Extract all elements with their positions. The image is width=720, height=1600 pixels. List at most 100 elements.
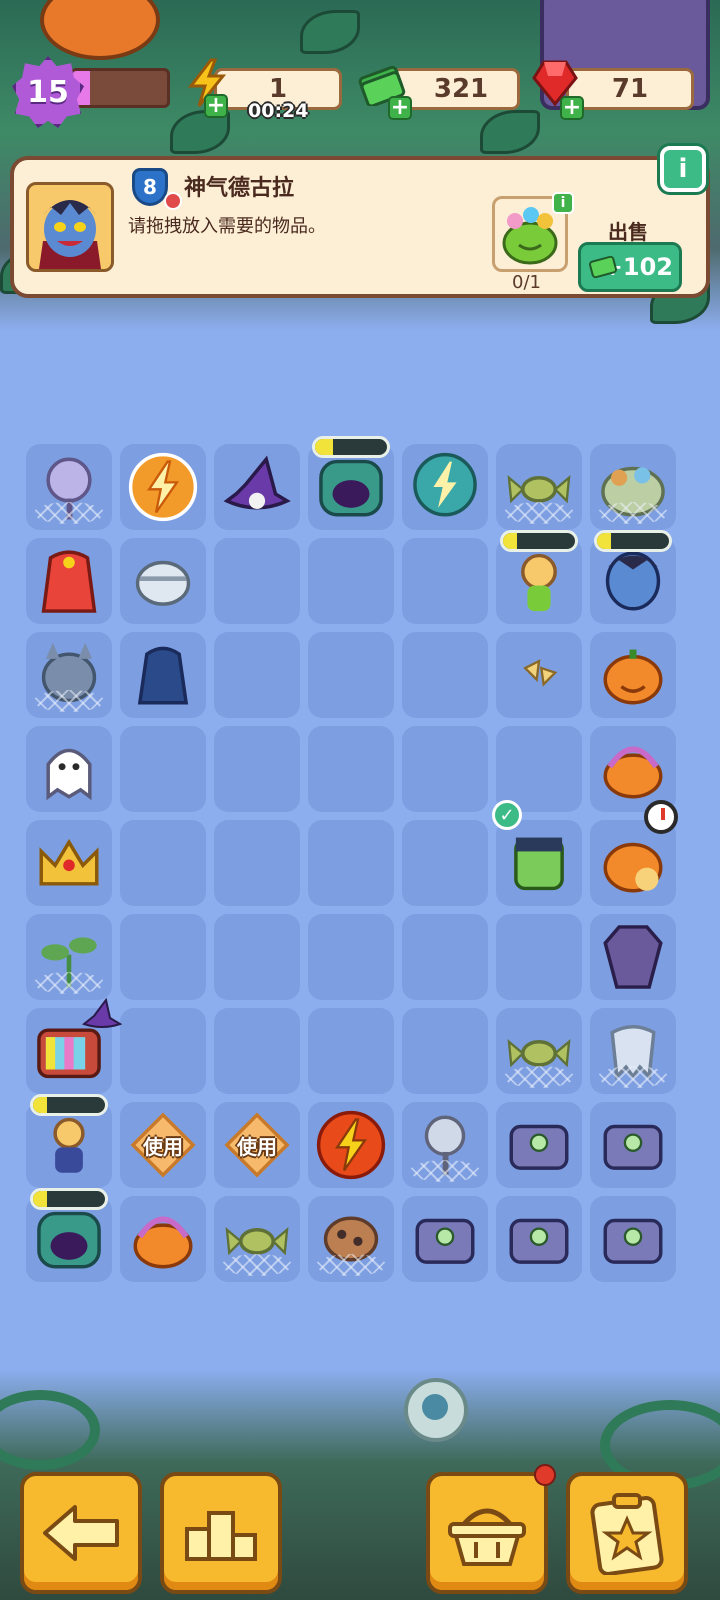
empty-board-cell[interactable] xyxy=(214,820,300,906)
empty-board-cell[interactable] xyxy=(402,820,488,906)
empty-board-cell[interactable] xyxy=(120,726,206,812)
empty-board-cell[interactable] xyxy=(308,1008,394,1094)
ghost-lollipop-item[interactable] xyxy=(26,444,112,530)
pumpkin-basket-item[interactable] xyxy=(120,1196,206,1282)
eye-box-item[interactable] xyxy=(590,1196,676,1282)
empty-board-cell[interactable] xyxy=(214,914,300,1000)
empty-board-cell[interactable] xyxy=(214,538,300,624)
customer-name: 神气德古拉 xyxy=(184,176,295,201)
empty-board-cell[interactable] xyxy=(402,632,488,718)
use-label: 使用 xyxy=(143,1134,183,1159)
eyeball-decoration xyxy=(404,1378,468,1442)
jack-o-lantern-item[interactable] xyxy=(590,632,676,718)
cookie-muffin-icon xyxy=(323,1216,379,1262)
eye-box-item[interactable] xyxy=(496,1102,582,1188)
empty-board-cell[interactable] xyxy=(308,820,394,906)
empty-board-cell[interactable] xyxy=(214,632,300,718)
empty-board-cell[interactable] xyxy=(214,726,300,812)
empty-board-cell[interactable] xyxy=(120,1008,206,1094)
candy-corn-item[interactable] xyxy=(496,632,582,718)
sell-button[interactable]: +102 xyxy=(578,242,682,292)
eye-box-item[interactable] xyxy=(402,1196,488,1282)
add-gems-button[interactable]: + xyxy=(560,96,584,120)
empty-board-cell[interactable] xyxy=(308,538,394,624)
empty-board-cell[interactable] xyxy=(308,632,394,718)
haunted-tree-icon xyxy=(413,452,477,517)
customer-level-badge: 8 xyxy=(132,168,168,206)
gem-counter: 71 xyxy=(566,68,694,110)
mummy-head-item[interactable] xyxy=(120,538,206,624)
order-description: 请拖拽放入需要的物品。 xyxy=(128,216,326,237)
use-label: 使用 xyxy=(237,1134,277,1159)
wrapped-candy-item[interactable] xyxy=(496,1008,582,1094)
required-item-info-button[interactable]: i xyxy=(552,192,574,214)
royal-cape-item[interactable] xyxy=(26,538,112,624)
wrapped-candy-item[interactable] xyxy=(214,1196,300,1282)
empty-board-cell[interactable] xyxy=(402,538,488,624)
candy-bowl-icon xyxy=(601,466,665,517)
sprout-item[interactable] xyxy=(26,914,112,1000)
empty-board-cell[interactable] xyxy=(496,914,582,1000)
coffin-icon xyxy=(603,925,663,989)
haunted-tree-item[interactable] xyxy=(402,444,488,530)
royal-cape-icon xyxy=(41,550,97,613)
eye-box-icon xyxy=(603,1218,663,1264)
empty-board-cell[interactable] xyxy=(496,726,582,812)
dark-cloak-item[interactable] xyxy=(120,632,206,718)
leaf-decoration xyxy=(300,10,360,54)
ghost-item[interactable] xyxy=(26,726,112,812)
wrapped-candy-icon xyxy=(507,1039,571,1068)
merge-board: 使用 使用 ✓ xyxy=(26,436,694,1290)
candy-bowl-item[interactable] xyxy=(590,444,676,530)
pumpkin-basket-item[interactable] xyxy=(590,726,676,812)
production-progress-bar xyxy=(500,530,578,552)
skull-lollipop-item[interactable] xyxy=(402,1102,488,1188)
tooth-icon xyxy=(610,1024,656,1081)
ghost-icon xyxy=(46,748,92,801)
wrapped-candy-icon xyxy=(507,475,571,504)
tasks-button[interactable] xyxy=(566,1472,688,1594)
eye-box-item[interactable] xyxy=(590,1102,676,1188)
production-progress-bar xyxy=(594,530,672,552)
empty-board-cell[interactable] xyxy=(308,726,394,812)
empty-board-cell[interactable] xyxy=(402,914,488,1000)
empty-board-cell[interactable] xyxy=(402,1008,488,1094)
cooldown-clock-icon xyxy=(644,800,678,834)
add-energy-button[interactable]: + xyxy=(204,94,228,118)
frankenstein-item[interactable] xyxy=(496,820,582,906)
player-level: 15 xyxy=(27,74,69,110)
empty-board-cell[interactable] xyxy=(402,726,488,812)
tooth-item[interactable] xyxy=(590,1008,676,1094)
info-button[interactable]: i xyxy=(660,146,706,192)
cookie-muffin-item[interactable] xyxy=(308,1196,394,1282)
empty-board-cell[interactable] xyxy=(308,914,394,1000)
required-item-count: 0/1 xyxy=(512,272,541,293)
ghost-lollipop-icon xyxy=(46,457,92,520)
cash-icon xyxy=(589,255,617,279)
witch-hat-icon xyxy=(223,455,291,510)
energy-orb-item[interactable] xyxy=(308,1102,394,1188)
wrapped-candy-item[interactable] xyxy=(496,444,582,530)
prince-icon xyxy=(53,1117,85,1173)
golden-crown-item[interactable] xyxy=(26,820,112,906)
back-button[interactable] xyxy=(20,1472,142,1594)
add-cash-button[interactable]: + xyxy=(388,96,412,120)
werewolf-head-item[interactable] xyxy=(26,632,112,718)
empty-board-cell[interactable] xyxy=(214,1008,300,1094)
leaderboard-button[interactable] xyxy=(160,1472,282,1594)
empty-board-cell[interactable] xyxy=(120,914,206,1000)
lightning-orb-icon xyxy=(128,452,198,522)
jack-o-lantern-icon xyxy=(603,649,663,705)
eye-box-icon xyxy=(509,1218,569,1264)
witch-hat-item[interactable] xyxy=(214,444,300,530)
lightning-orb-item[interactable] xyxy=(120,444,206,530)
eye-box-item[interactable] xyxy=(496,1196,582,1282)
coffin-item[interactable] xyxy=(590,914,676,1000)
shop-basket-icon xyxy=(448,1508,526,1566)
use-token-item[interactable]: 使用 xyxy=(120,1102,206,1188)
use-token-item[interactable]: 使用 xyxy=(214,1102,300,1188)
dark-cloak-icon xyxy=(137,646,189,705)
shop-button[interactable] xyxy=(426,1472,548,1594)
customer-order-panel: 8 神气德古拉 请拖拽放入需要的物品。 i 0/1 出售 +102 xyxy=(10,156,710,298)
empty-board-cell[interactable] xyxy=(120,820,206,906)
